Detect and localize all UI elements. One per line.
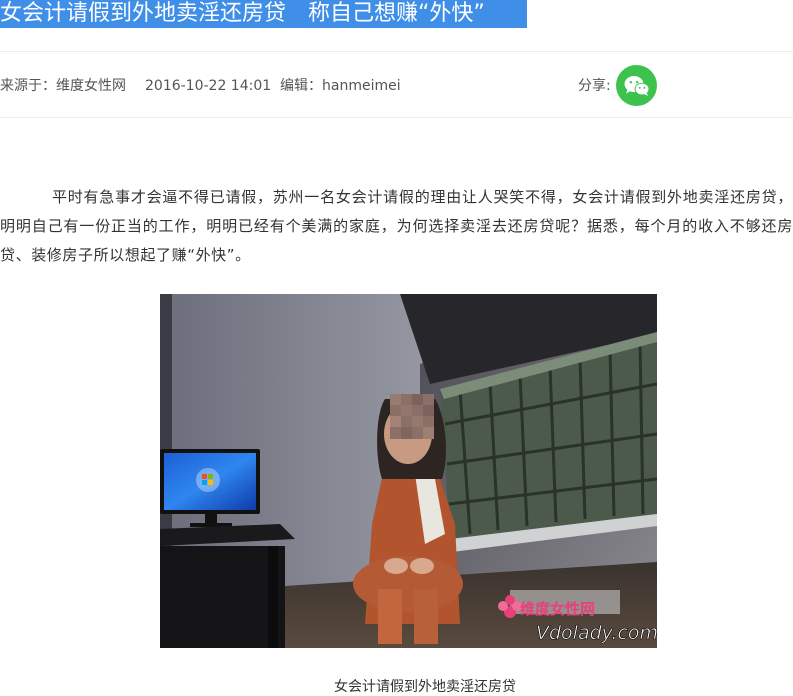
photo-illustration: 维度女性网 Vdolady.com (160, 294, 657, 648)
source-label: 来源于：维度女性网 (0, 78, 126, 94)
editor-label: 编辑：hanmeimei (280, 78, 401, 94)
share-label: 分享: (578, 78, 611, 94)
watermark-en: Vdolady.com (536, 622, 657, 644)
wechat-share-button[interactable] (616, 65, 657, 106)
watermark-cn: 维度女性网 (520, 600, 595, 618)
publish-date: 2016-10-22 14:01 (145, 78, 272, 94)
article-meta: 来源于：维度女性网 2016-10-22 14:01 编辑：hanmeimei … (0, 76, 793, 96)
divider-top (0, 51, 793, 52)
wechat-icon (624, 75, 649, 96)
image-caption: 女会计请假到外地卖淫还房贷 (334, 679, 516, 695)
divider-bottom (0, 117, 793, 118)
article-paragraph: 平时有急事才会逼不得已请假，苏州一名女会计请假的理由让人哭笑不得，女会计请假到外… (0, 188, 793, 264)
article-title: 女会计请假到外地卖淫还房贷 称自己想赚“外快” (0, 1, 485, 26)
article-body: 平时有急事才会逼不得已请假，苏州一名女会计请假的理由让人哭笑不得，女会计请假到外… (0, 183, 793, 270)
article-photo: 维度女性网 Vdolady.com (160, 294, 657, 648)
